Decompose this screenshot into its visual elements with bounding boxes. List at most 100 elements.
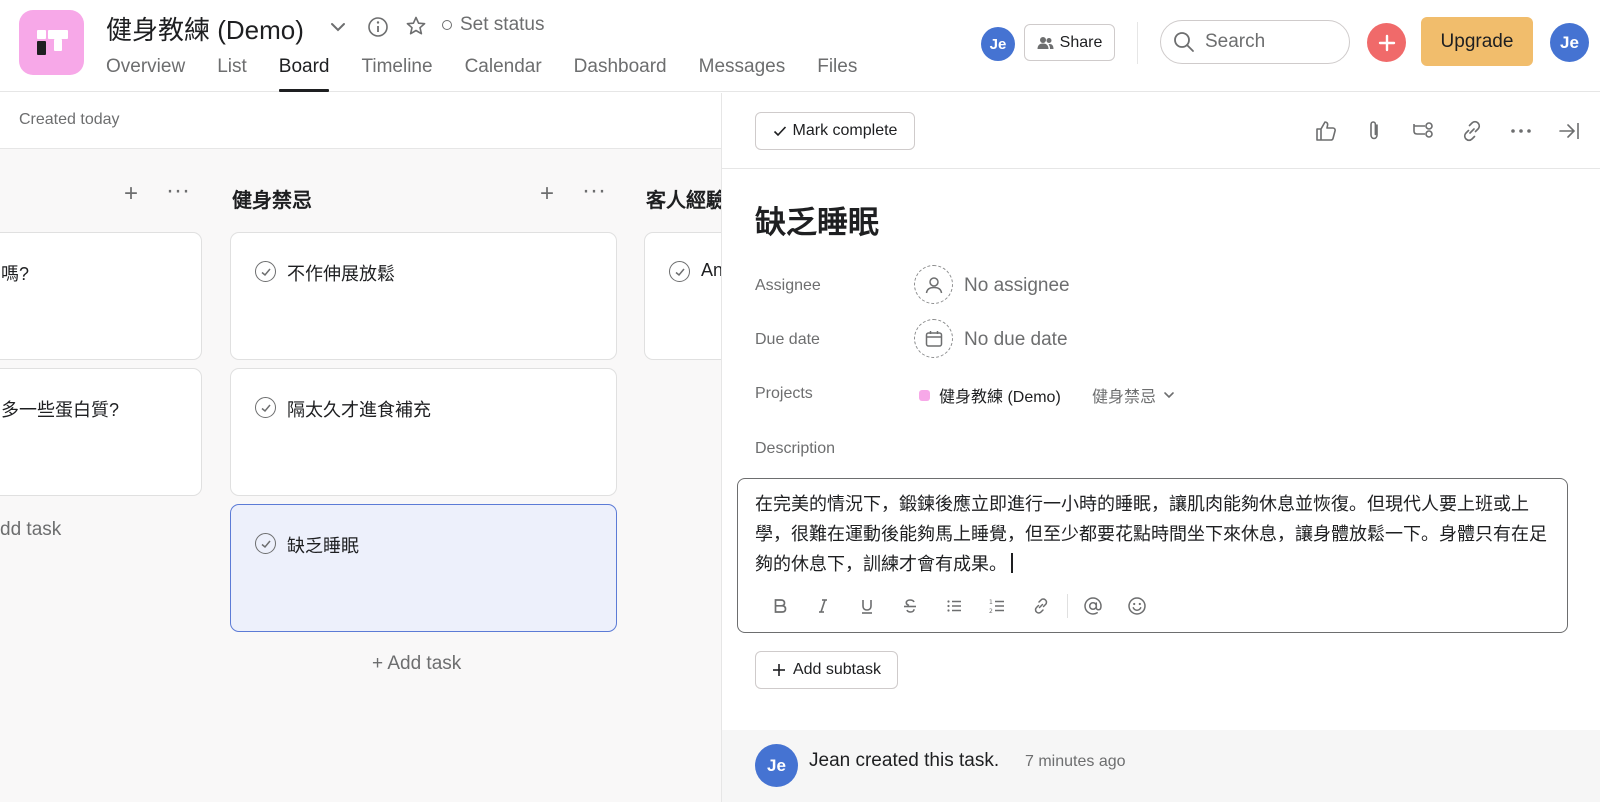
- project-tabs: Overview List Board Timeline Calendar Da…: [106, 54, 889, 92]
- underline-icon[interactable]: [845, 591, 889, 621]
- card-title: 隔太久才進食補充: [287, 400, 431, 420]
- board-card[interactable]: 隔太久才進食補充: [230, 368, 617, 496]
- add-subtask-button[interactable]: Add subtask: [755, 651, 898, 689]
- description-editor[interactable]: 在完美的情況下，鍛鍊後應立即進行一小時的睡眠，讓肌肉能夠休息並恢復。但現代人要上…: [737, 478, 1568, 633]
- assignee-person-icon[interactable]: [914, 265, 953, 304]
- mention-icon[interactable]: [1072, 591, 1116, 621]
- activity-feed: Je Jean created this task. 7 minutes ago: [722, 730, 1600, 802]
- chevron-down-icon[interactable]: [327, 16, 349, 38]
- column-more-icon[interactable]: ···: [582, 179, 606, 203]
- top-header: 健身教練 (Demo) Set status Overview List Boa…: [0, 0, 1600, 92]
- set-status-button[interactable]: Set status: [442, 14, 545, 36]
- assignee-value[interactable]: No assignee: [964, 275, 1070, 297]
- tab-overview[interactable]: Overview: [106, 54, 185, 92]
- like-icon[interactable]: [1312, 117, 1340, 145]
- project-tag[interactable]: 健身教練 (Demo): [919, 383, 1061, 407]
- card-title: 不作伸展放鬆: [287, 264, 395, 284]
- description-text[interactable]: 在完美的情況下，鍛鍊後應立即進行一小時的睡眠，讓肌肉能夠休息並恢復。但現代人要上…: [755, 489, 1555, 579]
- board-card[interactable]: An: [644, 232, 721, 360]
- project-logo-icon[interactable]: [19, 10, 84, 75]
- projects-label: Projects: [755, 385, 813, 402]
- user-avatar[interactable]: Je: [1550, 23, 1589, 62]
- add-subtask-label: Add subtask: [792, 661, 882, 678]
- share-button[interactable]: Share: [1024, 24, 1115, 61]
- mark-complete-button[interactable]: Mark complete: [755, 112, 915, 150]
- column-more-icon[interactable]: ···: [166, 179, 190, 203]
- tab-board[interactable]: Board: [278, 54, 329, 92]
- plus-icon: [1378, 34, 1395, 51]
- mark-complete-label: Mark complete: [792, 122, 898, 139]
- task-detail-pane: Mark complete 缺乏睡眠 Assignee No assignee …: [721, 93, 1600, 802]
- more-options-icon[interactable]: [1507, 117, 1535, 145]
- tab-timeline[interactable]: Timeline: [361, 54, 432, 92]
- tab-calendar[interactable]: Calendar: [465, 54, 542, 92]
- checkmark-icon: [773, 126, 786, 137]
- toolbar-divider: [1066, 594, 1068, 618]
- section-label: 健身禁忌: [1092, 389, 1157, 406]
- column-add-icon[interactable]: +: [124, 182, 138, 206]
- board-card-selected[interactable]: 缺乏睡眠: [230, 504, 617, 632]
- plus-icon: [772, 664, 785, 676]
- due-date-label: Due date: [755, 331, 820, 348]
- activity-timestamp: 7 minutes ago: [1025, 753, 1126, 770]
- info-icon[interactable]: [366, 15, 390, 39]
- add-task-button[interactable]: + Add task: [372, 653, 461, 675]
- tab-messages[interactable]: Messages: [699, 54, 786, 92]
- assignee-label: Assignee: [755, 277, 821, 294]
- tab-dashboard[interactable]: Dashboard: [574, 54, 667, 92]
- project-title[interactable]: 健身教練 (Demo): [106, 10, 304, 47]
- people-icon: [1037, 36, 1054, 49]
- board-view: Created today + ··· 嗎? 多一些蛋白質? dd task 健…: [0, 93, 721, 802]
- task-title[interactable]: 缺乏睡眠: [755, 197, 879, 242]
- set-status-label: Set status: [460, 14, 545, 35]
- tab-list[interactable]: List: [217, 54, 247, 92]
- strikethrough-icon[interactable]: [889, 591, 933, 621]
- card-title: An: [701, 260, 721, 280]
- star-icon[interactable]: [404, 14, 428, 38]
- board-card[interactable]: 多一些蛋白質?: [0, 368, 202, 496]
- calendar-icon[interactable]: [914, 319, 953, 358]
- board-card[interactable]: 不作伸展放鬆: [230, 232, 617, 360]
- close-pane-icon[interactable]: [1555, 117, 1583, 145]
- description-label: Description: [755, 440, 836, 457]
- search-placeholder: Search: [1205, 31, 1266, 52]
- status-circle-icon: [442, 20, 452, 30]
- project-tag-label: 健身教練 (Demo): [939, 389, 1061, 406]
- board-card[interactable]: 嗎?: [0, 232, 202, 360]
- header-divider: [1137, 22, 1138, 64]
- tab-files[interactable]: Files: [817, 54, 857, 92]
- share-label: Share: [1059, 33, 1103, 51]
- section-dropdown[interactable]: 健身禁忌: [1092, 383, 1176, 407]
- italic-icon[interactable]: [802, 591, 846, 621]
- format-toolbar: 12: [758, 591, 1159, 621]
- board-info-bar: Created today: [0, 93, 721, 149]
- card-title: 多一些蛋白質?: [1, 400, 120, 420]
- search-input[interactable]: Search: [1160, 20, 1350, 64]
- activity-text: Jean created this task.: [809, 750, 1000, 771]
- due-date-value[interactable]: No due date: [964, 329, 1068, 351]
- bullet-list-icon[interactable]: [932, 591, 976, 621]
- emoji-icon[interactable]: [1115, 591, 1159, 621]
- link-icon[interactable]: [1458, 117, 1486, 145]
- column-title[interactable]: 客人經驗: [646, 184, 721, 213]
- subtask-icon[interactable]: [1409, 117, 1437, 145]
- chevron-down-icon: [1164, 392, 1174, 399]
- link-icon[interactable]: [1019, 591, 1063, 621]
- check-circle-icon[interactable]: [255, 261, 276, 282]
- check-circle-icon[interactable]: [669, 261, 690, 282]
- task-toolbar: Mark complete: [722, 93, 1600, 169]
- column-title[interactable]: 健身禁忌: [232, 184, 312, 213]
- activity-avatar[interactable]: Je: [755, 744, 798, 787]
- card-title: 嗎?: [1, 264, 30, 284]
- check-circle-icon[interactable]: [255, 533, 276, 554]
- numbered-list-icon[interactable]: 12: [976, 591, 1020, 621]
- upgrade-button[interactable]: Upgrade: [1421, 17, 1533, 66]
- member-avatar[interactable]: Je: [981, 27, 1015, 61]
- add-task-button[interactable]: dd task: [0, 519, 61, 541]
- create-plus-button[interactable]: [1367, 23, 1406, 62]
- bold-icon[interactable]: [758, 591, 802, 621]
- check-circle-icon[interactable]: [255, 397, 276, 418]
- attachment-icon[interactable]: [1360, 117, 1388, 145]
- column-add-icon[interactable]: +: [540, 182, 554, 206]
- card-title: 缺乏睡眠: [287, 536, 359, 556]
